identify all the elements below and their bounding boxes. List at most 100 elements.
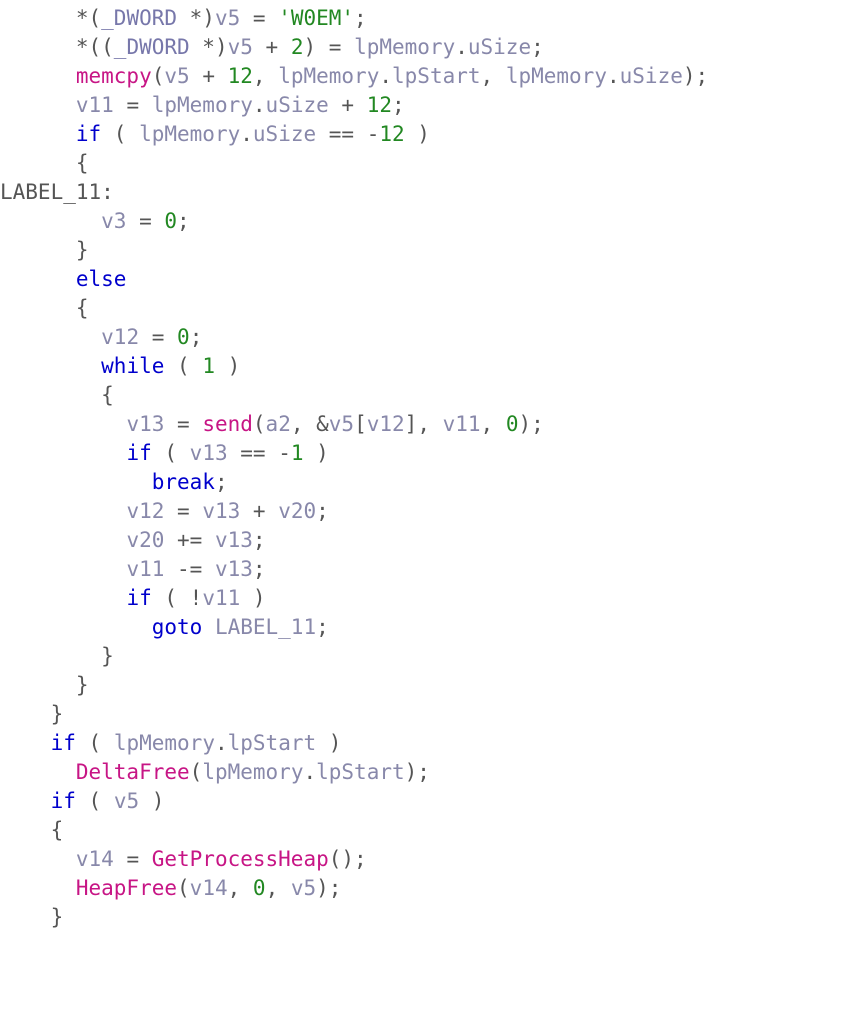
- code-line: }: [0, 673, 89, 697]
- code-token: v5: [215, 6, 240, 30]
- code-token: }: [76, 238, 89, 262]
- code-token: break: [152, 470, 215, 494]
- code-token: v5: [164, 64, 189, 88]
- code-token: +: [329, 93, 367, 117]
- code-line: v12 = 0;: [0, 325, 202, 349]
- code-token: *((: [76, 35, 114, 59]
- code-token: lpMemory: [354, 35, 455, 59]
- code-token: ,: [266, 876, 291, 900]
- code-token: }: [51, 702, 64, 726]
- code-token: ( !: [152, 586, 203, 610]
- code-token: lpStart: [228, 731, 317, 755]
- code-line: if ( v5 ): [0, 789, 164, 813]
- code-token: 0: [164, 209, 177, 233]
- code-token: 1: [202, 354, 215, 378]
- code-token: ) =: [303, 35, 354, 59]
- code-token: ],: [405, 412, 443, 436]
- code-token: -: [278, 441, 291, 465]
- code-line: {: [0, 383, 114, 407]
- code-token: (: [152, 441, 190, 465]
- code-token: .: [253, 93, 266, 117]
- code-token: send: [202, 412, 253, 436]
- code-line: v13 = send(a2, &v5[v12], v11, 0);: [0, 412, 544, 436]
- code-line: v14 = GetProcessHeap();: [0, 847, 367, 871]
- code-token: v5: [228, 35, 253, 59]
- code-token: +=: [164, 528, 215, 552]
- code-line: }: [0, 238, 89, 262]
- code-token: {: [76, 151, 89, 175]
- code-token: );: [519, 412, 544, 436]
- code-token: *(: [76, 6, 101, 30]
- code-token: v5: [291, 876, 316, 900]
- code-token: lpMemory: [114, 731, 215, 755]
- code-token: (: [253, 412, 266, 436]
- code-token: +: [253, 35, 291, 59]
- code-token: 1: [291, 441, 304, 465]
- code-token: =: [114, 93, 152, 117]
- code-token: v11: [443, 412, 481, 436]
- code-token: if: [51, 789, 76, 813]
- code-line: HeapFree(v14, 0, v5);: [0, 876, 341, 900]
- code-token: 0: [177, 325, 190, 349]
- code-line: if ( lpMemory.lpStart ): [0, 731, 341, 755]
- code-token: (: [177, 876, 190, 900]
- code-token: );: [683, 64, 708, 88]
- code-token: if: [126, 441, 151, 465]
- code-token: lpMemory: [152, 93, 253, 117]
- code-token: =: [240, 6, 278, 30]
- code-token: 12: [228, 64, 253, 88]
- code-token: _DWORD: [114, 35, 190, 59]
- code-token: 12: [367, 93, 392, 117]
- code-token: 2: [291, 35, 304, 59]
- code-token: ;: [253, 557, 266, 581]
- code-token: lpMemory: [202, 760, 303, 784]
- code-token: .: [303, 760, 316, 784]
- code-token: .: [607, 64, 620, 88]
- code-line: LABEL_11:: [0, 180, 114, 204]
- code-line: while ( 1 ): [0, 354, 240, 378]
- code-token: lpMemory: [506, 64, 607, 88]
- code-token: (: [164, 354, 202, 378]
- code-line: *((_DWORD *)v5 + 2) = lpMemory.uSize;: [0, 35, 544, 59]
- code-token: (: [190, 760, 203, 784]
- code-token: );: [316, 876, 341, 900]
- code-token: ();: [329, 847, 367, 871]
- code-token: v3: [101, 209, 126, 233]
- code-token: uSize: [620, 64, 683, 88]
- code-token: ,: [228, 876, 253, 900]
- code-token: v5: [329, 412, 354, 436]
- code-token: _DWORD: [101, 6, 177, 30]
- code-token: =: [126, 209, 164, 233]
- code-token: ,: [253, 64, 278, 88]
- code-token: ;: [316, 615, 329, 639]
- code-token: -=: [164, 557, 215, 581]
- code-token: v5: [114, 789, 139, 813]
- code-line: }: [0, 702, 63, 726]
- code-token: LABEL_11: [0, 180, 101, 204]
- code-token: v13: [126, 412, 164, 436]
- code-token: v11: [126, 557, 164, 581]
- code-line: v11 = lpMemory.uSize + 12;: [0, 93, 405, 117]
- code-token: ): [316, 731, 341, 755]
- code-line: break;: [0, 470, 228, 494]
- code-token: v12: [367, 412, 405, 436]
- code-token: v12: [126, 499, 164, 523]
- code-token: ;: [354, 6, 367, 30]
- code-token: v13: [215, 528, 253, 552]
- code-line: memcpy(v5 + 12, lpMemory.lpStart, lpMemo…: [0, 64, 708, 88]
- code-line: *(_DWORD *)v5 = 'W0EM';: [0, 6, 367, 30]
- code-token: while: [101, 354, 164, 378]
- code-token: if: [126, 586, 151, 610]
- code-token: ): [215, 354, 240, 378]
- code-token: lpMemory: [139, 122, 240, 146]
- code-token: .: [455, 35, 468, 59]
- code-token: ): [304, 441, 329, 465]
- code-token: uSize: [253, 122, 316, 146]
- code-token: v20: [278, 499, 316, 523]
- code-token: ==: [316, 122, 367, 146]
- code-token: (: [76, 731, 114, 755]
- code-token: if: [76, 122, 101, 146]
- code-token: .: [215, 731, 228, 755]
- code-token: .: [240, 122, 253, 146]
- code-token: +: [240, 499, 278, 523]
